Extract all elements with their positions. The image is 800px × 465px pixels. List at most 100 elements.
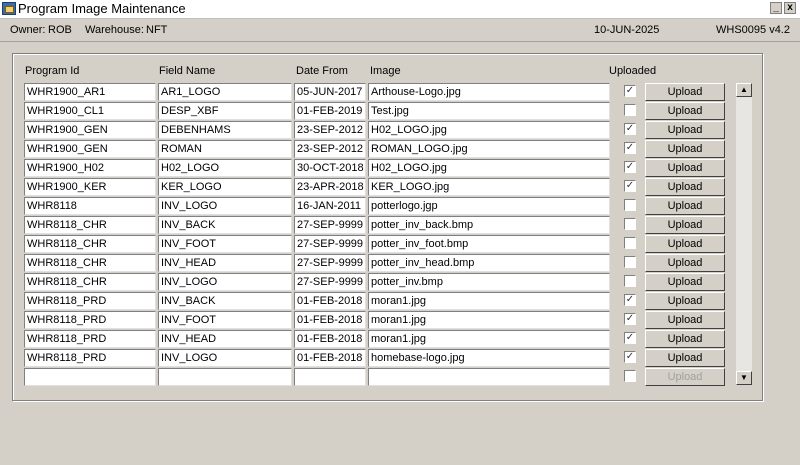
field-name-field[interactable]: INV_LOGO (158, 273, 292, 291)
upload-button[interactable]: Upload (645, 216, 725, 234)
date-from-field[interactable]: 01-FEB-2018 (294, 349, 366, 367)
uploaded-checkbox[interactable] (624, 256, 636, 268)
field-name-field[interactable]: INV_BACK (158, 216, 292, 234)
upload-button[interactable]: Upload (645, 121, 725, 139)
field-name-field[interactable]: INV_BACK (158, 292, 292, 310)
program-id-field[interactable]: WHR1900_CL1 (24, 102, 156, 120)
program-id-field[interactable]: WHR8118_PRD (24, 292, 156, 310)
program-id-field[interactable]: WHR8118_CHR (24, 235, 156, 253)
field-name-field[interactable] (158, 368, 292, 386)
upload-button[interactable]: Upload (645, 197, 725, 215)
date-from-field[interactable]: 01-FEB-2018 (294, 330, 366, 348)
program-id-field[interactable]: WHR8118 (24, 197, 156, 215)
program-id-field[interactable]: WHR1900_H02 (24, 159, 156, 177)
date-from-field[interactable]: 27-SEP-9999 (294, 235, 366, 253)
field-name-field[interactable]: DEBENHAMS (158, 121, 292, 139)
date-from-field[interactable]: 01-FEB-2018 (294, 311, 366, 329)
upload-button[interactable]: Upload (645, 102, 725, 120)
date-from-field[interactable] (294, 368, 366, 386)
date-from-field[interactable]: 23-SEP-2012 (294, 140, 366, 158)
upload-button[interactable]: Upload (645, 235, 725, 253)
image-field[interactable]: potterlogo.jgp (368, 197, 610, 215)
uploaded-checkbox[interactable]: ✓ (624, 85, 636, 97)
image-field[interactable]: potter_inv_back.bmp (368, 216, 610, 234)
date-from-field[interactable]: 27-SEP-9999 (294, 273, 366, 291)
field-name-field[interactable]: AR1_LOGO (158, 83, 292, 101)
upload-button[interactable]: Upload (645, 349, 725, 367)
image-field[interactable] (368, 368, 610, 386)
upload-button[interactable]: Upload (645, 311, 725, 329)
program-id-field[interactable]: WHR8118_CHR (24, 254, 156, 272)
upload-button[interactable]: Upload (645, 140, 725, 158)
scroll-up-icon[interactable]: ▲ (736, 83, 752, 97)
image-field[interactable]: ROMAN_LOGO.jpg (368, 140, 610, 158)
field-name-field[interactable]: INV_LOGO (158, 197, 292, 215)
date-from-field[interactable]: 30-OCT-2018 (294, 159, 366, 177)
image-field[interactable]: H02_LOGO.jpg (368, 159, 610, 177)
field-name-field[interactable]: ROMAN (158, 140, 292, 158)
date-from-field[interactable]: 01-FEB-2019 (294, 102, 366, 120)
uploaded-checkbox[interactable] (624, 275, 636, 287)
image-field[interactable]: potter_inv.bmp (368, 273, 610, 291)
upload-button[interactable]: Upload (645, 178, 725, 196)
image-field[interactable]: moran1.jpg (368, 330, 610, 348)
field-name-field[interactable]: INV_HEAD (158, 330, 292, 348)
vertical-scrollbar[interactable]: ▲ ▼ (736, 83, 752, 385)
uploaded-checkbox[interactable]: ✓ (624, 142, 636, 154)
upload-button[interactable]: Upload (645, 83, 725, 101)
close-button[interactable]: x (784, 2, 796, 14)
uploaded-checkbox[interactable]: ✓ (624, 351, 636, 363)
uploaded-checkbox[interactable]: ✓ (624, 294, 636, 306)
uploaded-checkbox[interactable] (624, 104, 636, 116)
date-from-field[interactable]: 16-JAN-2011 (294, 197, 366, 215)
date-from-field[interactable]: 23-SEP-2012 (294, 121, 366, 139)
program-id-field[interactable]: WHR8118_PRD (24, 349, 156, 367)
uploaded-checkbox[interactable] (624, 370, 636, 382)
field-name-field[interactable]: INV_FOOT (158, 235, 292, 253)
date-from-field[interactable]: 01-FEB-2018 (294, 292, 366, 310)
upload-button[interactable]: Upload (645, 292, 725, 310)
date-from-field[interactable]: 27-SEP-9999 (294, 216, 366, 234)
upload-button[interactable]: Upload (645, 254, 725, 272)
image-field[interactable]: KER_LOGO.jpg (368, 178, 610, 196)
program-id-field[interactable] (24, 368, 156, 386)
field-name-field[interactable]: INV_FOOT (158, 311, 292, 329)
uploaded-checkbox[interactable] (624, 218, 636, 230)
date-from-field[interactable]: 05-JUN-2017 (294, 83, 366, 101)
uploaded-checkbox[interactable]: ✓ (624, 332, 636, 344)
image-field[interactable]: moran1.jpg (368, 311, 610, 329)
date-from-field[interactable]: 27-SEP-9999 (294, 254, 366, 272)
minimize-button[interactable]: _ (770, 2, 782, 14)
image-field[interactable]: Test.jpg (368, 102, 610, 120)
field-name-field[interactable]: INV_LOGO (158, 349, 292, 367)
upload-button[interactable]: Upload (645, 368, 725, 386)
image-field[interactable]: Arthouse-Logo.jpg (368, 83, 610, 101)
upload-button[interactable]: Upload (645, 330, 725, 348)
program-id-field[interactable]: WHR1900_GEN (24, 121, 156, 139)
uploaded-checkbox[interactable]: ✓ (624, 313, 636, 325)
field-name-field[interactable]: INV_HEAD (158, 254, 292, 272)
image-field[interactable]: potter_inv_head.bmp (368, 254, 610, 272)
field-name-field[interactable]: DESP_XBF (158, 102, 292, 120)
program-id-field[interactable]: WHR8118_CHR (24, 216, 156, 234)
date-from-field[interactable]: 23-APR-2018 (294, 178, 366, 196)
uploaded-checkbox[interactable]: ✓ (624, 161, 636, 173)
program-id-field[interactable]: WHR8118_CHR (24, 273, 156, 291)
program-id-field[interactable]: WHR1900_GEN (24, 140, 156, 158)
uploaded-checkbox[interactable] (624, 237, 636, 249)
program-id-field[interactable]: WHR1900_AR1 (24, 83, 156, 101)
field-name-field[interactable]: KER_LOGO (158, 178, 292, 196)
image-field[interactable]: H02_LOGO.jpg (368, 121, 610, 139)
image-field[interactable]: moran1.jpg (368, 292, 610, 310)
program-id-field[interactable]: WHR8118_PRD (24, 330, 156, 348)
uploaded-checkbox[interactable] (624, 199, 636, 211)
program-id-field[interactable]: WHR8118_PRD (24, 311, 156, 329)
image-field[interactable]: homebase-logo.jpg (368, 349, 610, 367)
program-id-field[interactable]: WHR1900_KER (24, 178, 156, 196)
uploaded-checkbox[interactable]: ✓ (624, 180, 636, 192)
scroll-down-icon[interactable]: ▼ (736, 371, 752, 385)
image-field[interactable]: potter_inv_foot.bmp (368, 235, 610, 253)
uploaded-checkbox[interactable]: ✓ (624, 123, 636, 135)
upload-button[interactable]: Upload (645, 159, 725, 177)
upload-button[interactable]: Upload (645, 273, 725, 291)
